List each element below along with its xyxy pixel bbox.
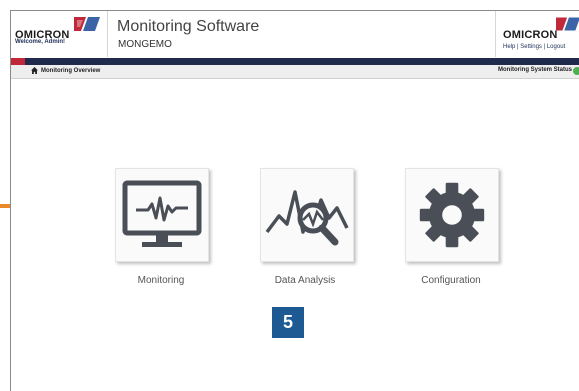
step-number-badge: 5 [272,307,304,338]
omicron-flags-icon-right [556,17,579,31]
monitoring-tile[interactable] [115,168,209,262]
monitor-waveform-icon [122,180,202,247]
header-links: Help | Settings | Logout [503,44,566,50]
gear-icon [419,182,485,248]
settings-link[interactable]: Settings [520,44,542,50]
help-link[interactable]: Help [503,44,515,50]
breadcrumb[interactable]: Monitoring Overview [31,67,100,74]
home-icon [31,67,38,74]
header: OMICRON Welcome, Admin! Monitoring Softw… [11,11,579,58]
header-band [11,58,579,65]
data-analysis-tile-label[interactable]: Data Analysis [245,275,365,286]
side-tab-marker [0,204,10,208]
navbar: Monitoring Overview Monitoring System St… [11,65,579,79]
omicron-logo-right[interactable]: OMICRON [503,29,558,41]
breadcrumb-label: Monitoring Overview [41,67,101,74]
header-divider [107,11,108,57]
app-title: Monitoring Software [117,18,260,35]
logout-link[interactable]: Logout [547,44,565,50]
monitoring-tile-label[interactable]: Monitoring [101,275,221,286]
waveform-magnifier-icon [265,190,349,246]
omicron-flags-icon [74,17,100,31]
header-divider-right [495,11,496,57]
status-indicator [573,67,579,75]
configuration-tile-label[interactable]: Configuration [391,275,511,286]
app-subtitle: MONGEMO [118,39,172,50]
welcome-text: Welcome, Admin! [15,39,66,45]
system-status-label: Monitoring System Status [498,67,573,73]
configuration-tile[interactable] [405,168,499,262]
data-analysis-tile[interactable] [260,168,354,262]
